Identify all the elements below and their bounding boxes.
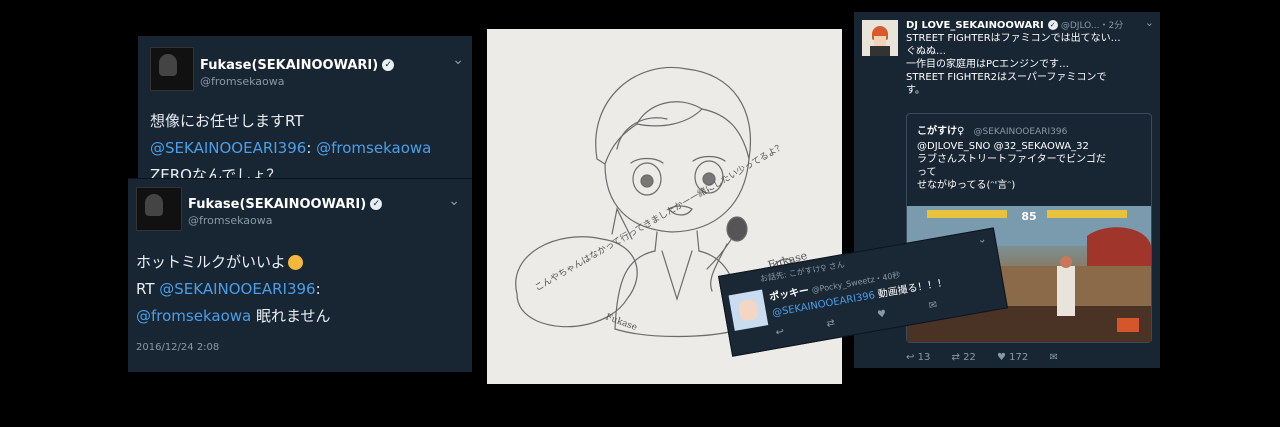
quoted-display-name[interactable]: こがすけ♀	[917, 126, 964, 137]
tweet-line: 一作目の家庭用はPCエンジンです…	[906, 59, 1070, 70]
separator: :	[306, 139, 317, 157]
tweet-actions: ↩ 13 ⇄ 22 ♥ 172 ✉	[906, 352, 1076, 363]
quoted-handle[interactable]: @SEKAINOOEARI396	[974, 127, 1068, 137]
user-handle[interactable]: @DJLO...	[1061, 21, 1100, 31]
tweet-card-fukase-1[interactable]: Fukase(SEKAINOOWARI) ✓ @fromsekaowa ⌄ 想像に…	[138, 36, 472, 196]
tweet-line: @DJLOVE_SNO @32_SEKAOWA_32	[917, 141, 1089, 152]
game-timer: 85	[1021, 210, 1036, 223]
heart-icon[interactable]: ♥	[876, 308, 887, 320]
like-count: 172	[1009, 352, 1029, 363]
quoted-text: @DJLOVE_SNO @32_SEKAOWA_32 ラブさんストリートファイタ…	[917, 140, 1145, 192]
heart-icon: ♥	[997, 352, 1006, 363]
tweet-line: 眠れません	[251, 307, 331, 325]
rt-prefix: RT	[136, 280, 160, 298]
chevron-down-icon[interactable]: ⌄	[976, 232, 987, 246]
retweet-action[interactable]: ⇄ 22	[952, 352, 976, 363]
avatar[interactable]	[150, 47, 194, 91]
user-handle[interactable]: @fromsekaowa	[200, 75, 284, 88]
tweet-text: STREET FIGHTERはファミコンでは出てない… ぐぬぬ… 一作目の家庭用…	[906, 32, 1154, 97]
retweet-icon: ⇄	[951, 352, 960, 363]
user-handle[interactable]: @fromsekaowa	[188, 214, 272, 227]
mail-icon: ✉	[1049, 352, 1058, 363]
retweet-icon[interactable]: ⇄	[826, 317, 836, 329]
tweet-line: ラブさんストリートファイターでビンゴだ	[917, 154, 1106, 165]
reply-count: 13	[917, 352, 931, 363]
tweet-line: STREET FIGHTERはファミコンでは出てない…	[906, 33, 1121, 44]
avatar-face	[874, 36, 886, 46]
tweet-text: 想像にお任せしますRT @SEKAINOOEARI396: @fromsekao…	[150, 108, 431, 189]
verified-badge-icon: ✓	[1047, 20, 1058, 30]
mention-link[interactable]: @SEKAINOOEARI396	[150, 139, 306, 157]
tweet-line: STREET FIGHTER2はスーパーファミコンで	[906, 72, 1107, 83]
display-name[interactable]: DJ LOVE_SEKAINOOWARI	[906, 20, 1044, 31]
tweet-line: 想像にお任せしますRT	[150, 112, 304, 130]
signature-text: Fukase	[604, 312, 638, 333]
tweet-line: ぐぬぬ…	[906, 46, 946, 57]
dm-action[interactable]: ✉	[1049, 352, 1057, 363]
retweet-count: 22	[963, 352, 976, 363]
reply-icon: ↩	[906, 352, 915, 363]
mention-link[interactable]: @fromsekaowa	[136, 307, 251, 325]
tweet-card-fukase-2[interactable]: Fukase(SEKAINOOWARI) ✓ @fromsekaowa ⌄ ホット…	[128, 178, 472, 372]
tweet-time[interactable]: ・2分	[1099, 21, 1123, 31]
verified-badge-icon: ✓	[382, 58, 395, 71]
timestamp[interactable]: 2016/12/24 2:08	[136, 342, 219, 353]
chevron-down-icon[interactable]: ⌄	[448, 193, 460, 209]
avatar-suit	[870, 46, 890, 56]
tweet-text: ホットミルクがいいよ RT @SEKAINOOEARI396: @fromsek…	[136, 249, 331, 330]
tweet-line: って	[917, 167, 937, 178]
mail-icon[interactable]: ✉	[928, 299, 938, 311]
reply-icon[interactable]: ↩	[775, 326, 785, 338]
avatar[interactable]	[862, 20, 898, 56]
chevron-down-icon[interactable]: ⌄	[1145, 16, 1154, 29]
tweet-line: す。	[906, 85, 925, 96]
reply-action[interactable]: ↩ 13	[906, 352, 930, 363]
like-action[interactable]: ♥ 172	[997, 352, 1028, 363]
verified-badge-icon: ✓	[370, 197, 383, 210]
avatar[interactable]	[136, 187, 182, 231]
tweet-line: せながゆってる(ᵔ'言ᵔ)	[917, 180, 1016, 191]
mention-link[interactable]: @SEKAINOOEARI396	[159, 280, 315, 298]
avatar[interactable]	[728, 289, 769, 331]
tweet-line: ホットミルクがいいよ	[136, 253, 286, 271]
chevron-down-icon[interactable]: ⌄	[452, 52, 464, 68]
separator: :	[315, 280, 321, 298]
smile-emoji-icon	[287, 255, 303, 270]
mention-link[interactable]: @fromsekaowa	[316, 139, 431, 157]
